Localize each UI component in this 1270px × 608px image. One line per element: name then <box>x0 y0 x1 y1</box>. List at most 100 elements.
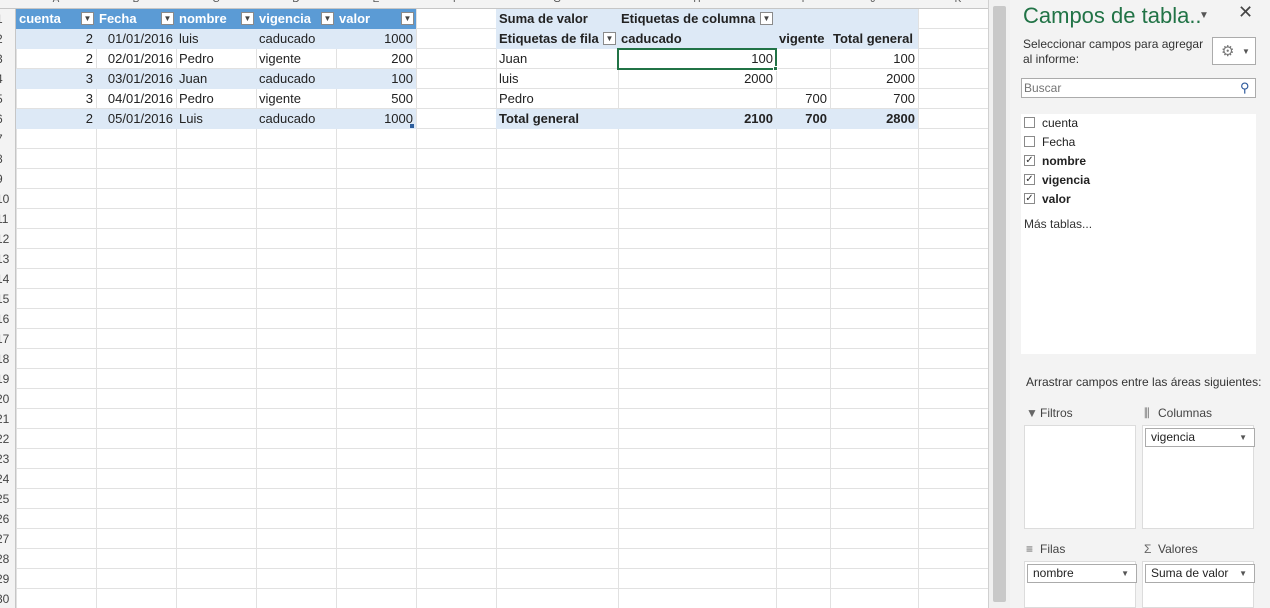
more-tables-link[interactable]: Más tablas... <box>1024 217 1092 231</box>
pivot-col-header[interactable]: caducado <box>618 29 776 49</box>
table-cell[interactable]: 100 <box>336 69 416 89</box>
row-header[interactable]: 7 <box>0 129 14 149</box>
row-header[interactable]: 3 <box>0 49 14 69</box>
pivot-values-label[interactable]: Suma de valor <box>496 9 618 29</box>
filter-dropdown-icon[interactable]: ▼ <box>161 12 174 25</box>
column-header-e[interactable]: E <box>336 0 416 5</box>
pivot-row-label[interactable]: Pedro <box>496 89 618 109</box>
column-header-h[interactable]: H <box>657 0 737 5</box>
pivot-total-cell[interactable]: 2800 <box>830 109 918 129</box>
fill-handle[interactable] <box>773 66 778 71</box>
row-header[interactable]: 25 <box>0 489 14 509</box>
table-cell[interactable]: 1000 <box>336 29 416 49</box>
columns-field-chip[interactable]: vigencia ▼ <box>1145 428 1255 447</box>
column-header-i[interactable]: I <box>763 0 843 5</box>
table-header-vigencia[interactable]: vigencia ▼ <box>256 9 336 29</box>
column-header-b[interactable]: B <box>96 0 176 5</box>
checkmark-icon[interactable]: ✓ <box>1024 155 1035 166</box>
pivot-total-label[interactable]: Total general <box>496 109 618 129</box>
row-header[interactable]: 12 <box>0 229 14 249</box>
pivot-total-cell[interactable]: 2100 <box>618 109 776 129</box>
row-header[interactable]: 18 <box>0 349 14 369</box>
columns-drop-zone[interactable]: vigencia ▼ <box>1142 425 1255 529</box>
table-cell[interactable]: 2 <box>16 109 96 129</box>
tools-button[interactable]: ⚙ ▼ <box>1212 37 1256 65</box>
checkmark-icon[interactable]: ✓ <box>1024 193 1035 204</box>
pivot-cell[interactable]: 100 <box>830 49 918 69</box>
table-cell[interactable]: Pedro <box>176 89 256 109</box>
row-header[interactable]: 9 <box>0 169 14 189</box>
row-header[interactable]: 21 <box>0 409 14 429</box>
pivot-cell[interactable]: 2000 <box>830 69 918 89</box>
table-cell[interactable]: 1000 <box>336 109 416 129</box>
filter-dropdown-icon[interactable]: ▼ <box>401 12 414 25</box>
table-cell[interactable]: Luis <box>176 109 256 129</box>
row-header[interactable]: 24 <box>0 469 14 489</box>
table-cell[interactable]: 01/01/2016 <box>96 29 176 49</box>
row-header[interactable]: 11 <box>0 209 14 229</box>
filter-dropdown-icon[interactable]: ▼ <box>321 12 334 25</box>
table-cell[interactable]: caducado <box>256 109 336 129</box>
table-cell[interactable]: vigente <box>256 89 336 109</box>
column-header-d[interactable]: D <box>256 0 336 5</box>
row-header[interactable]: 15 <box>0 289 14 309</box>
filters-drop-zone[interactable] <box>1024 425 1136 529</box>
table-cell[interactable]: 500 <box>336 89 416 109</box>
row-header[interactable]: 10 <box>0 189 14 209</box>
pivot-row-labels-title[interactable]: Etiquetas de fila ▼ <box>496 29 618 49</box>
pivot-cell[interactable] <box>776 49 830 69</box>
pivot-col-header[interactable]: vigente <box>776 29 830 49</box>
column-header-k[interactable]: K <box>918 0 988 5</box>
row-header[interactable]: 20 <box>0 389 14 409</box>
row-header[interactable]: 27 <box>0 529 14 549</box>
pivot-cell[interactable] <box>776 69 830 89</box>
row-header[interactable]: 16 <box>0 309 14 329</box>
table-cell[interactable]: 3 <box>16 89 96 109</box>
pivot-row-label[interactable]: luis <box>496 69 618 89</box>
field-checkbox[interactable] <box>1024 117 1035 128</box>
table-cell[interactable]: vigente <box>256 49 336 69</box>
table-cell[interactable]: 05/01/2016 <box>96 109 176 129</box>
row-header[interactable]: 13 <box>0 249 14 269</box>
column-header-c[interactable]: C <box>176 0 256 5</box>
row-header[interactable]: 17 <box>0 329 14 349</box>
checkmark-icon[interactable]: ✓ <box>1024 174 1035 185</box>
filter-dropdown-icon[interactable]: ▼ <box>760 12 773 25</box>
table-cell[interactable]: 2 <box>16 49 96 69</box>
table-header-cuenta[interactable]: cuenta ▼ <box>16 9 96 29</box>
row-header[interactable]: 22 <box>0 429 14 449</box>
table-cell[interactable]: Pedro <box>176 49 256 69</box>
row-header[interactable]: 30 <box>0 589 14 608</box>
table-cell[interactable]: 04/01/2016 <box>96 89 176 109</box>
column-header-a[interactable]: A <box>16 0 96 5</box>
chevron-down-icon[interactable]: ▼ <box>1121 565 1129 582</box>
row-header[interactable]: 14 <box>0 269 14 289</box>
pivot-cell[interactable]: 700 <box>830 89 918 109</box>
column-header-j[interactable]: J <box>833 0 913 5</box>
filter-dropdown-icon[interactable]: ▼ <box>241 12 254 25</box>
rows-drop-zone[interactable]: nombre ▼ <box>1024 561 1137 608</box>
table-header-fecha[interactable]: Fecha ▼ <box>96 9 176 29</box>
row-header[interactable]: 4 <box>0 69 14 89</box>
table-cell[interactable]: 03/01/2016 <box>96 69 176 89</box>
row-header[interactable]: 5 <box>0 89 14 109</box>
table-resize-handle[interactable] <box>410 124 414 128</box>
scrollbar-thumb[interactable] <box>993 6 1006 602</box>
row-header[interactable]: 26 <box>0 509 14 529</box>
row-header[interactable]: 8 <box>0 149 14 169</box>
field-checkbox[interactable] <box>1024 136 1035 147</box>
pivot-column-labels-title[interactable]: Etiquetas de columna ▼ <box>618 9 776 29</box>
pivot-row-label[interactable]: Juan <box>496 49 618 69</box>
search-icon[interactable]: ⚲ <box>1240 80 1250 96</box>
table-cell[interactable]: Juan <box>176 69 256 89</box>
table-cell[interactable]: caducado <box>256 69 336 89</box>
rows-field-chip[interactable]: nombre ▼ <box>1027 564 1137 583</box>
chevron-down-icon[interactable]: ▼ <box>1239 429 1247 446</box>
chevron-down-icon[interactable]: ▼ <box>1239 565 1247 582</box>
chevron-down-icon[interactable]: ▼ <box>1199 10 1209 21</box>
search-input[interactable] <box>1022 79 1234 97</box>
table-header-nombre[interactable]: nombre ▼ <box>176 9 256 29</box>
vertical-scrollbar[interactable] <box>988 0 1010 608</box>
table-cell[interactable]: caducado <box>256 29 336 49</box>
pivot-cell[interactable]: 700 <box>776 89 830 109</box>
